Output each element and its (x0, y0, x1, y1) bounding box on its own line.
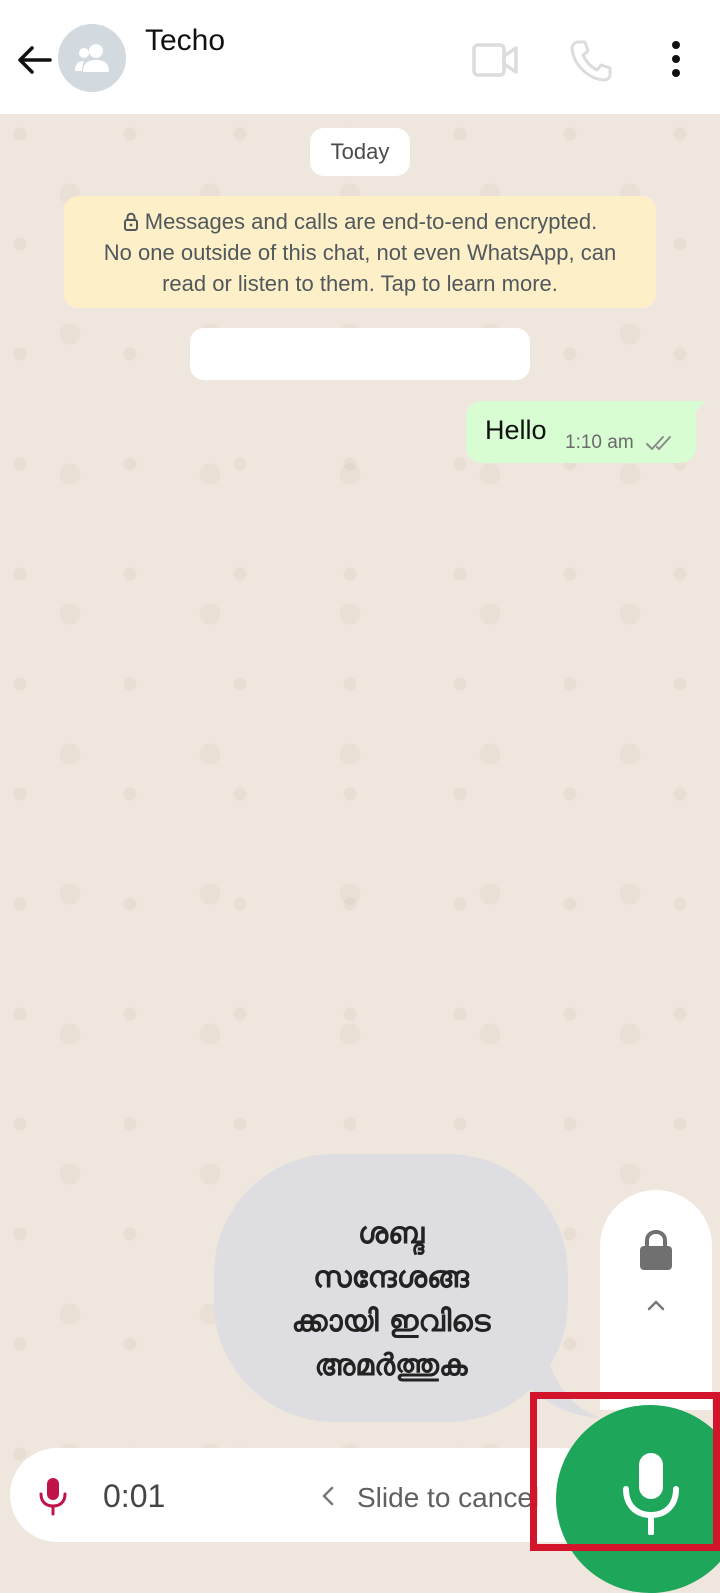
avatar[interactable] (58, 24, 126, 92)
tooltip-line-4: അമർത്തുക (314, 1348, 468, 1383)
group-avatar-icon (75, 44, 109, 72)
encryption-notice[interactable]: Messages and calls are end-to-end encryp… (64, 196, 656, 308)
encryption-notice-text-1: Messages and calls are end-to-end encryp… (144, 209, 598, 234)
message-text: Hello (485, 415, 547, 445)
date-chip: Today (310, 128, 410, 176)
recording-timer: 0:01 (103, 1478, 166, 1514)
outgoing-message[interactable]: Hello 1:10 am (466, 401, 706, 463)
lock-icon (123, 212, 138, 231)
read-ticks-icon (646, 436, 671, 450)
lock-icon (640, 1230, 672, 1270)
video-call-icon (472, 43, 518, 77)
phone-icon (570, 40, 612, 82)
encryption-notice-line-2: No one outside of this chat, not even Wh… (103, 240, 617, 265)
encryption-notice-line-1: Messages and calls are end-to-end encryp… (64, 206, 656, 237)
slide-to-cancel-hint[interactable]: Slide to cancel (357, 1482, 539, 1514)
back-button[interactable] (12, 38, 56, 82)
bubble-tail (692, 401, 706, 415)
message-time: 1:10 am (565, 432, 634, 453)
chat-header: Techo (0, 0, 720, 114)
tooltip-line-2: സന്ദേശങ്ങ (313, 1260, 469, 1295)
arrow-left-icon (18, 46, 52, 74)
tooltip-line-1: ശബ്ദ (357, 1216, 425, 1251)
more-vertical-icon (672, 41, 680, 77)
tooltip-line-3: ക്കായി ഇവിടെ (291, 1304, 491, 1339)
blank-system-chip (190, 328, 530, 380)
chevron-up-icon (647, 1300, 665, 1311)
lock-recording-slider[interactable] (600, 1190, 712, 1410)
microphone-icon (623, 1453, 679, 1535)
video-call-button[interactable] (470, 38, 522, 82)
chevron-left-icon (322, 1486, 334, 1506)
hold-to-record-tooltip: ശബ്ദ സന്ദേശങ്ങ ക്കായി ഇവിടെ അമർത്തുക (214, 1154, 600, 1422)
voice-call-button[interactable] (566, 36, 616, 84)
more-options-button[interactable] (660, 36, 692, 84)
recording-bar: 0:01 Slide to cancel (10, 1448, 570, 1542)
tooltip-text: ശബ്ദ സന്ദേശങ്ങ ക്കായി ഇവിടെ അമർത്തുക (214, 1212, 568, 1388)
contact-name[interactable]: Techo (145, 24, 225, 58)
encryption-notice-line-3: read or listen to them. Tap to learn mor… (162, 271, 558, 296)
recording-mic-icon (39, 1478, 67, 1516)
